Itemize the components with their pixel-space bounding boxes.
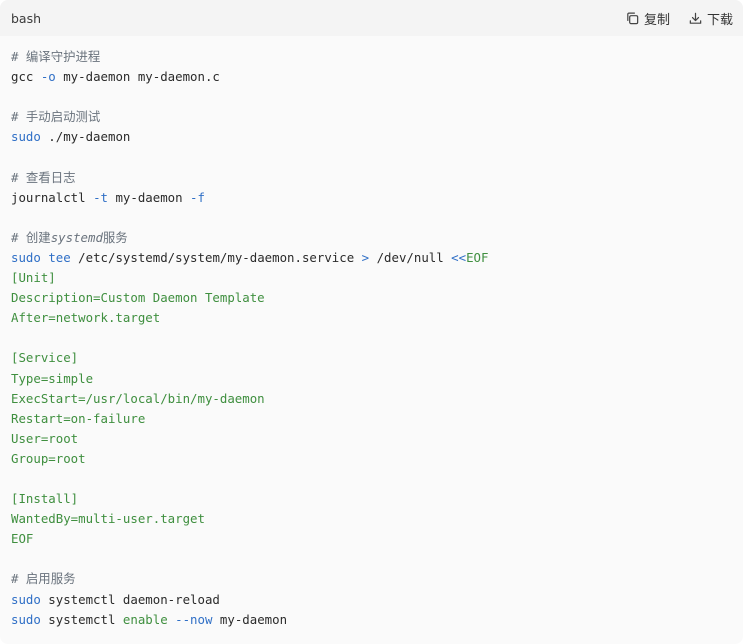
code-token: ExecStart=/usr/local/bin/my-daemon xyxy=(11,390,265,406)
code-token: my-daemon xyxy=(107,189,191,205)
code-line: ​ xyxy=(11,469,743,489)
code-line: sudo tee /etc/systemd/system/my-daemon.s… xyxy=(11,248,743,268)
code-token: Type=simple xyxy=(11,370,94,386)
language-label: bash xyxy=(11,10,42,26)
code-token: enable xyxy=(122,611,168,627)
code-line: [Unit] xyxy=(11,268,743,288)
code-token: 服务 xyxy=(102,229,128,245)
code-line: Group=root xyxy=(11,449,743,469)
code-token: # 编译守护进程 xyxy=(11,49,101,64)
code-token: [Install] xyxy=(11,491,79,507)
code-token: -f xyxy=(190,189,205,205)
code-token: # 查看日志 xyxy=(11,169,76,185)
code-token: > xyxy=(361,249,370,265)
code-token: Group=root xyxy=(11,450,86,466)
code-line: WantedBy=multi-user.target xyxy=(11,509,743,529)
code-token: -o xyxy=(40,69,56,85)
code-line: ​ xyxy=(11,549,743,569)
code-line: ​ xyxy=(11,208,743,228)
code-block: bash 复制 下载 # 编译守护进程 gcc -o my-daemon my-… xyxy=(0,0,743,644)
code-token: [Unit] xyxy=(11,270,56,286)
code-line: After=network.target xyxy=(11,308,743,328)
code-token: /etc/systemd/system/my-daemon.service xyxy=(70,249,362,265)
code-line: # 启用服务 xyxy=(11,569,743,589)
copy-label: 复制 xyxy=(643,12,670,28)
download-button[interactable]: 下载 xyxy=(688,9,733,28)
code-line: # 创建systemd服务 xyxy=(11,228,743,248)
code-line: # 编译守护进程 xyxy=(11,47,743,67)
code-token: EOF xyxy=(466,249,489,265)
code-line: sudo systemctl daemon-reload xyxy=(11,590,743,610)
download-icon xyxy=(688,11,703,26)
code-token: WantedBy=multi-user.target xyxy=(11,511,205,527)
code-token: # 启用服务 xyxy=(11,571,76,587)
code-token: --now xyxy=(175,611,213,627)
code-token: ./my-daemon xyxy=(40,129,131,145)
code-line: journalctl -t my-daemon -f xyxy=(11,188,743,208)
code-line: [Install] xyxy=(11,489,743,509)
code-line: # 查看日志 xyxy=(11,168,743,188)
code-token: # 手动启动测试 xyxy=(11,109,101,125)
code-token: User=root xyxy=(11,430,79,446)
code-token: tee xyxy=(48,249,71,265)
code-actions: 复制 下载 xyxy=(625,9,733,28)
code-block-header: bash 复制 下载 xyxy=(0,0,743,36)
code-line: # 手动启动测试 xyxy=(11,107,743,127)
code-line: Restart=on-failure xyxy=(11,409,743,429)
code-line: ​ xyxy=(11,87,743,107)
code-token: journalctl xyxy=(11,189,94,205)
code-token: sudo xyxy=(11,591,41,607)
code-token: my-daemon my-daemon.c xyxy=(55,69,220,85)
code-token: << xyxy=(451,249,467,265)
code-token: my-daemon xyxy=(212,611,288,627)
code-token: -t xyxy=(93,189,108,205)
code-line: ​ xyxy=(11,328,743,348)
code-token: EOF xyxy=(11,531,34,547)
code-content[interactable]: # 编译守护进程gcc -o my-daemon my-daemon.c​# 手… xyxy=(0,36,743,630)
code-token: Restart=on-failure xyxy=(11,410,146,426)
code-token: sudo xyxy=(11,611,41,627)
code-line: Type=simple xyxy=(11,369,743,389)
code-token: [Service] xyxy=(11,350,79,366)
code-line: ​ xyxy=(11,147,743,167)
code-token: /dev/null xyxy=(369,249,452,265)
code-line: Description=Custom Daemon Template xyxy=(11,288,743,308)
code-token: systemctl xyxy=(40,611,123,627)
code-token: gcc xyxy=(11,69,41,85)
copy-button[interactable]: 复制 xyxy=(625,9,670,28)
code-line: gcc -o my-daemon my-daemon.c xyxy=(11,67,743,87)
code-token: systemctl daemon-reload xyxy=(40,591,220,607)
code-line: EOF xyxy=(11,529,743,549)
code-token: sudo xyxy=(11,129,41,145)
copy-icon xyxy=(625,11,640,26)
code-token: After=network.target xyxy=(11,310,161,326)
code-line: sudo ./my-daemon xyxy=(11,127,743,147)
code-line: sudo systemctl enable --now my-daemon xyxy=(11,610,743,630)
code-line: ExecStart=/usr/local/bin/my-daemon xyxy=(11,389,743,409)
code-token: # 创建 xyxy=(11,229,51,245)
code-token: Description=Custom Daemon Template xyxy=(11,290,265,306)
code-line: User=root xyxy=(11,429,743,449)
code-line: [Service] xyxy=(11,348,743,368)
download-label: 下载 xyxy=(706,12,733,28)
code-token: systemd xyxy=(50,229,103,245)
code-token: sudo xyxy=(11,249,41,265)
